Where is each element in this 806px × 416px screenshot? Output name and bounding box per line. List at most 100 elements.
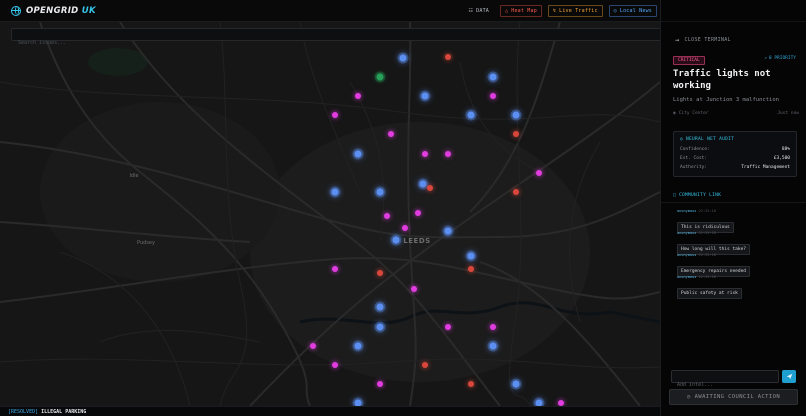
send-button[interactable] (782, 370, 796, 383)
chart-icon: ☷ (468, 8, 474, 14)
globe-icon (11, 5, 21, 16)
nav-data-label: DATA (476, 8, 490, 14)
comment-text: Public safety at risk (677, 288, 742, 299)
map-pin-issue[interactable] (512, 380, 520, 388)
map-pin-issue[interactable] (331, 188, 339, 196)
map-pin-issue[interactable] (512, 111, 520, 119)
status-ticker: [RESOLVED] ILLEGAL PARKING (0, 406, 660, 416)
audit-value: £3,500 (773, 156, 790, 161)
map-pin-issue[interactable] (445, 151, 451, 157)
comment-item: anonymous 22:25:18 Public safety at risk (677, 275, 742, 299)
issue-meta-row: ◉ City Center Just now (673, 111, 799, 116)
map-pin-issue[interactable] (467, 252, 475, 260)
map-label-idle: Idle (129, 173, 139, 179)
awaiting-council-action-button[interactable]: ◷ AWAITING COUNCIL ACTION (669, 389, 798, 405)
priority-indicator: ↗ 0 PRIORITY (764, 56, 796, 61)
map-pin-issue[interactable] (332, 112, 338, 118)
nav-live-traffic-button[interactable]: ↯ Live Traffic (547, 5, 603, 17)
map-pin-issue[interactable] (468, 266, 474, 272)
priority-label: 0 PRIORITY (768, 56, 796, 61)
map-pin-issue[interactable] (445, 324, 451, 330)
panel-header-strip (661, 0, 806, 22)
issue-title: Traffic lights not working (673, 69, 771, 91)
nav-data-button[interactable]: ☷ DATA (463, 5, 494, 17)
map-pin-issue[interactable] (376, 188, 384, 196)
map-pin-issue[interactable] (411, 286, 417, 292)
map-pin-issue[interactable] (490, 324, 496, 330)
map-pin-issue[interactable] (388, 131, 394, 137)
map-pin-issue[interactable] (513, 131, 519, 137)
map-pin-issue[interactable] (384, 213, 390, 219)
nav-heat-map-label: Heat Map (511, 8, 537, 14)
map-pin-issue[interactable] (536, 170, 542, 176)
audit-row: Authority: Traffic Management (680, 163, 790, 172)
map-pin-issue[interactable] (422, 362, 428, 368)
location-pin-icon: ◉ (673, 111, 676, 116)
search-bar (11, 28, 660, 49)
map-pin-issue[interactable] (376, 323, 384, 331)
map-pin-issue[interactable] (392, 236, 400, 244)
map-pin-issue[interactable] (355, 93, 361, 99)
nav-buttons: ☷ DATA △ Heat Map ↯ Live Traffic ◎ Local… (463, 5, 657, 17)
map-pin-issue[interactable] (489, 342, 497, 350)
map-roads (0, 22, 660, 406)
comment-meta: anonymous 22:25:18 (677, 209, 716, 213)
search-input[interactable] (12, 37, 660, 49)
community-link-heading: □ COMMUNITY LINK (673, 193, 721, 198)
comment-item: anonymous 22:25:18 How long will this ta… (677, 231, 751, 255)
comment-meta: anonymous 22:25:18 (677, 231, 716, 235)
audit-value: Traffic Management (741, 165, 790, 170)
map-pin-issue[interactable] (310, 343, 316, 349)
map-pin-issue[interactable] (444, 227, 452, 235)
location-label: City Center (678, 111, 709, 116)
top-bar: OPENGRID UK ☷ DATA △ Heat Map ↯ Live Tra… (0, 0, 660, 22)
issue-subtitle: Lights at Junction 3 malfunction (673, 97, 779, 103)
map-pin-issue[interactable] (513, 189, 519, 195)
map-pin-issue[interactable] (376, 73, 384, 81)
nav-local-news-label: Local News (619, 8, 652, 14)
map-canvas[interactable]: Idle Pudsey LEEDS (0, 22, 660, 406)
send-icon (786, 373, 792, 380)
map-pin-issue[interactable] (427, 185, 433, 191)
map-pin-issue[interactable] (399, 54, 407, 62)
arrow-right-icon: → (675, 36, 680, 44)
map-pin-issue[interactable] (422, 151, 428, 157)
map-pin-issue[interactable] (421, 92, 429, 100)
map-pin-issue[interactable] (377, 270, 383, 276)
map-pin-issue[interactable] (354, 342, 362, 350)
close-terminal-button[interactable]: → CLOSE TERMINAL (675, 36, 731, 44)
map-pin-issue[interactable] (332, 266, 338, 272)
flame-icon: △ (505, 8, 509, 14)
map-pin-issue[interactable] (376, 303, 384, 311)
issue-terminal-panel: → CLOSE TERMINAL CRITICAL ↗ 0 PRIORITY T… (660, 0, 806, 416)
comment-meta: anonymous 22:25:18 (677, 275, 716, 279)
cpu-icon: ◎ (680, 137, 684, 142)
map-pin-issue[interactable] (489, 73, 497, 81)
bolt-icon: ↯ (552, 8, 557, 14)
nav-heat-map-button[interactable]: △ Heat Map (500, 5, 542, 17)
audit-key: Confidence: (680, 147, 710, 152)
nav-local-news-button[interactable]: ◎ Local News (608, 5, 657, 17)
severity-badge: CRITICAL (673, 56, 705, 65)
audit-key: Authority: (680, 165, 708, 170)
community-heading-label: COMMUNITY LINK (679, 193, 722, 198)
link-icon: ↗ (764, 56, 767, 61)
intel-field-wrapper (671, 370, 779, 391)
issue-time: Just now (777, 111, 799, 116)
divider (661, 202, 806, 203)
brand-logo[interactable]: OPENGRID UK (11, 5, 96, 16)
map-pin-issue[interactable] (332, 362, 338, 368)
map-pin-issue[interactable] (445, 54, 451, 60)
audit-value: 88% (781, 147, 790, 152)
map-pin-issue[interactable] (490, 93, 496, 99)
map-label-city: LEEDS (403, 237, 431, 245)
map-pin-issue[interactable] (354, 150, 362, 158)
map-pin-issue[interactable] (419, 180, 427, 188)
map-pin-issue[interactable] (415, 210, 421, 216)
map-pin-issue[interactable] (377, 381, 383, 387)
close-terminal-label: CLOSE TERMINAL (684, 37, 731, 43)
map-pin-issue[interactable] (467, 111, 475, 119)
map-pin-issue[interactable] (468, 381, 474, 387)
map-pin-issue[interactable] (402, 225, 408, 231)
audit-row: Est. Cost: £3,500 (680, 154, 790, 163)
